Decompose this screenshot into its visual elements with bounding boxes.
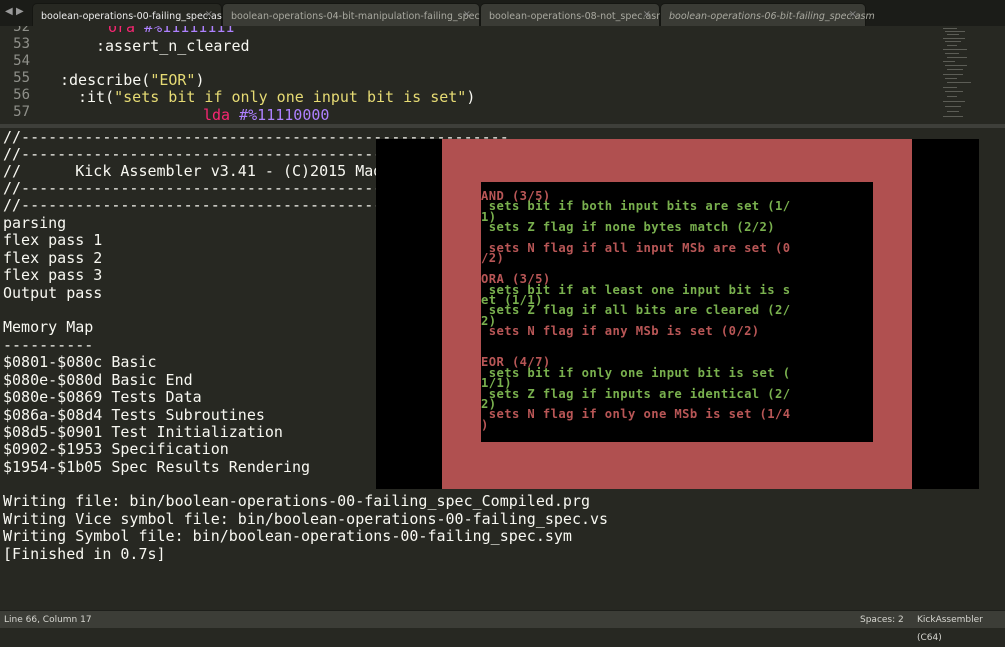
tab-label: boolean-operations-08-not_spec.asm — [489, 11, 666, 22]
line-number: 54 — [13, 53, 30, 69]
code-token: #%11110000 — [239, 106, 330, 124]
line-number: 56 — [13, 87, 30, 103]
console-line: $0801-$080c Basic — [3, 353, 157, 371]
tab-bar: ◀ ▶ boolean-operations-00-failing_spec.a… — [0, 0, 1005, 27]
tab-bit-failing-spec-06[interactable]: boolean-operations-06-bit-failing_spec.a… — [660, 3, 875, 26]
console-line: //--------------------------------------… — [3, 179, 392, 197]
console-line: flex pass 1 — [3, 231, 103, 249]
code-line: :assert_n_cleared — [96, 37, 250, 55]
c64-text-line: /2) — [481, 251, 505, 266]
vice-emulator-window[interactable]: AND (3/5) sets bit if both input bits ar… — [376, 139, 979, 489]
code-token: :it( — [78, 88, 115, 106]
code-token: :describe( — [60, 71, 151, 89]
c64-text-line: sets bit if only one input bit is set ( — [481, 365, 791, 380]
console-line: Memory Map — [3, 318, 94, 336]
close-icon[interactable]: × — [849, 4, 857, 26]
close-icon[interactable]: × — [643, 4, 651, 26]
close-icon[interactable]: × — [205, 4, 213, 26]
c64-text-line: sets Z flag if none bytes match (2/2) — [481, 220, 776, 235]
console-line: //--------------------------------------… — [3, 145, 392, 163]
console-line: Writing file: bin/boolean-operations-00-… — [3, 492, 590, 510]
code-token: #%11111111 — [144, 26, 235, 36]
c64-text-line: sets N flag if any MSb is set (0/2) — [481, 324, 760, 339]
line-number: 57 — [13, 104, 30, 120]
code-line: :describe("EOR") — [60, 71, 205, 89]
console-line: $0902-$1953 Specification — [3, 440, 229, 458]
c64-text-line: ) — [481, 417, 489, 432]
code-token: lda — [203, 106, 231, 124]
c64-screen: AND (3/5) sets bit if both input bits ar… — [481, 182, 873, 442]
console-line: Writing Symbol file: bin/boolean-operati… — [3, 527, 572, 545]
console-line: // Kick Assembler v3.41 - (C)2015 Mad — [3, 162, 383, 180]
code-token: ) — [466, 88, 476, 106]
tab-not-spec-08[interactable]: boolean-operations-08-not_spec.asm × — [480, 3, 666, 26]
code-line: ora #%11111111 — [108, 26, 234, 36]
tab-label: boolean-operations-06-bit-failing_spec.a… — [669, 11, 875, 22]
c64-text-line: sets N flag if only one MSb is set (1/4 — [481, 407, 791, 422]
code-token: ) — [195, 71, 205, 89]
nav-forward-icon[interactable]: ▶ — [16, 6, 24, 17]
tab-label: boolean-operations-00-failing_spec.asm — [41, 11, 232, 22]
c64-text-line: sets N flag if all input MSb are set (0 — [481, 241, 791, 255]
code-token: "sets bit if only one input bit is set" — [114, 88, 467, 106]
code-editor[interactable]: 52 53 54 55 56 57 ora #%11111111 :assert… — [0, 26, 1005, 124]
c64-text-line: sets bit if both input bits are set (1/ — [481, 199, 791, 214]
console-line: $1954-$1b05 Spec Results Rendering — [3, 458, 311, 476]
c64-text-line: sets Z flag if inputs are identical (2/ — [481, 386, 791, 401]
code-token: ora — [108, 26, 136, 36]
console-line: [Finished in 0.7s] — [3, 545, 166, 563]
console-line: ---------- — [3, 336, 94, 354]
close-icon[interactable]: × — [463, 4, 471, 26]
code-token: "EOR" — [150, 71, 196, 89]
minimap[interactable] — [935, 26, 1005, 124]
c64-text-line: sets Z flag if all bits are cleared (2/ — [481, 303, 791, 318]
syntax-mode[interactable]: KickAssembler (C64) — [917, 611, 1005, 647]
nav-back-icon[interactable]: ◀ — [5, 6, 13, 17]
tab-bit-manipulation-spec-04[interactable]: boolean-operations-04-bit-manipulation-f… — [222, 3, 503, 26]
console-line: Output pass — [3, 284, 103, 302]
line-number: 53 — [13, 36, 30, 52]
line-number: 55 — [13, 70, 30, 86]
console-line: parsing — [3, 214, 67, 232]
line-number: 52 — [13, 26, 30, 35]
tab-failing-spec-00[interactable]: boolean-operations-00-failing_spec.asm × — [32, 3, 231, 26]
console-line: Writing Vice symbol file: bin/boolean-op… — [3, 510, 609, 528]
console-line: $080e-$0869 Tests Data — [3, 388, 202, 406]
console-line: //--------------------------------------… — [3, 196, 392, 214]
code-line: lda #%11110000 — [203, 106, 329, 124]
console-line: flex pass 2 — [3, 249, 103, 267]
console-line: $086a-$08d4 Tests Subroutines — [3, 406, 265, 424]
indentation-setting[interactable]: Spaces: 2 — [860, 611, 904, 629]
status-bar: Line 66, Column 17 Spaces: 2 KickAssembl… — [0, 610, 1005, 643]
console-line: flex pass 3 — [3, 266, 103, 284]
cursor-position: Line 66, Column 17 — [4, 615, 92, 625]
console-line: $080e-$080d Basic End — [3, 371, 193, 389]
console-line: $08d5-$0901 Test Initialization — [3, 423, 283, 441]
code-line: :it("sets bit if only one input bit is s… — [78, 88, 475, 106]
